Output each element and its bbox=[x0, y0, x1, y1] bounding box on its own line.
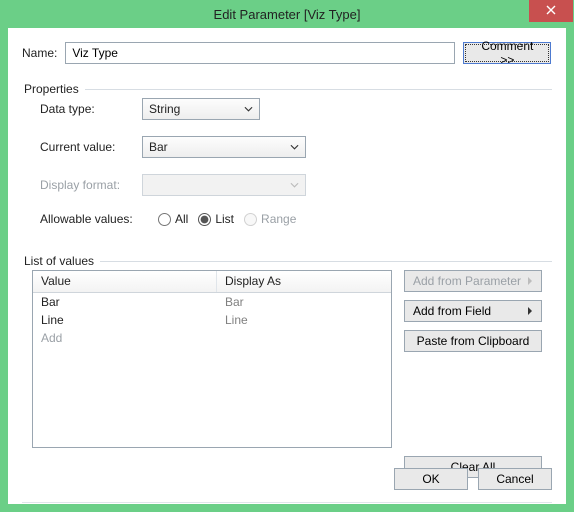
add-from-field-button[interactable]: Add from Field bbox=[404, 300, 542, 322]
table-header: Value Display As bbox=[33, 271, 391, 293]
close-icon bbox=[546, 4, 556, 18]
chevron-down-icon bbox=[244, 106, 253, 112]
current-value-value: Bar bbox=[149, 140, 168, 154]
table-row[interactable]: Bar Bar bbox=[33, 293, 391, 311]
list-of-values-group: List of values Value Display As Bar Bar … bbox=[22, 254, 552, 484]
data-type-value: String bbox=[149, 102, 180, 116]
values-table[interactable]: Value Display As Bar Bar Line Line bbox=[32, 270, 392, 448]
paste-from-clipboard-button[interactable]: Paste from Clipboard bbox=[404, 330, 542, 352]
ok-button[interactable]: OK bbox=[394, 468, 468, 490]
comment-button[interactable]: Comment >> bbox=[463, 42, 551, 64]
current-value-label: Current value: bbox=[40, 140, 132, 154]
radio-all[interactable]: All bbox=[158, 212, 188, 226]
cancel-button[interactable]: Cancel bbox=[478, 468, 552, 490]
chevron-down-icon bbox=[290, 182, 299, 188]
cell-display-as[interactable]: Bar bbox=[217, 294, 391, 310]
titlebar: Edit Parameter [Viz Type] bbox=[0, 0, 574, 28]
close-button[interactable] bbox=[529, 0, 573, 22]
radio-range: Range bbox=[244, 212, 296, 226]
cell-value[interactable]: Line bbox=[33, 312, 217, 328]
radio-all-label: All bbox=[175, 212, 188, 226]
col-display-as[interactable]: Display As bbox=[217, 271, 391, 292]
current-value-select[interactable]: Bar bbox=[142, 136, 306, 158]
name-input[interactable] bbox=[65, 42, 455, 64]
radio-list-label: List bbox=[215, 212, 234, 226]
radio-range-label: Range bbox=[261, 212, 296, 226]
table-row[interactable]: Line Line bbox=[33, 311, 391, 329]
display-format-select bbox=[142, 174, 306, 196]
display-format-label: Display format: bbox=[40, 178, 132, 192]
client-area: Name: Comment >> Properties Data type: S… bbox=[8, 28, 566, 504]
divider bbox=[22, 502, 552, 503]
table-row-add[interactable]: Add bbox=[33, 329, 391, 347]
cell-value[interactable]: Bar bbox=[33, 294, 217, 310]
cell-display-as[interactable]: Line bbox=[217, 312, 391, 328]
triangle-right-icon bbox=[527, 306, 533, 316]
properties-group: Properties Data type: String Current val… bbox=[22, 82, 552, 234]
data-type-label: Data type: bbox=[40, 102, 132, 116]
add-from-field-label: Add from Field bbox=[413, 304, 491, 318]
dialog-window: Edit Parameter [Viz Type] Name: Comment … bbox=[0, 0, 574, 512]
allowable-values-label: Allowable values: bbox=[40, 212, 148, 226]
list-of-values-legend: List of values bbox=[22, 254, 100, 268]
add-placeholder[interactable]: Add bbox=[33, 330, 217, 346]
col-value[interactable]: Value bbox=[33, 271, 217, 292]
window-title: Edit Parameter [Viz Type] bbox=[0, 7, 574, 22]
table-body: Bar Bar Line Line Add bbox=[33, 293, 391, 447]
add-from-parameter-label: Add from Parameter bbox=[413, 274, 521, 288]
name-label: Name: bbox=[22, 46, 57, 60]
add-from-parameter-button: Add from Parameter bbox=[404, 270, 542, 292]
radio-list[interactable]: List bbox=[198, 212, 234, 226]
data-type-select[interactable]: String bbox=[142, 98, 260, 120]
properties-legend: Properties bbox=[22, 82, 85, 96]
triangle-right-icon bbox=[527, 276, 533, 286]
chevron-down-icon bbox=[290, 144, 299, 150]
